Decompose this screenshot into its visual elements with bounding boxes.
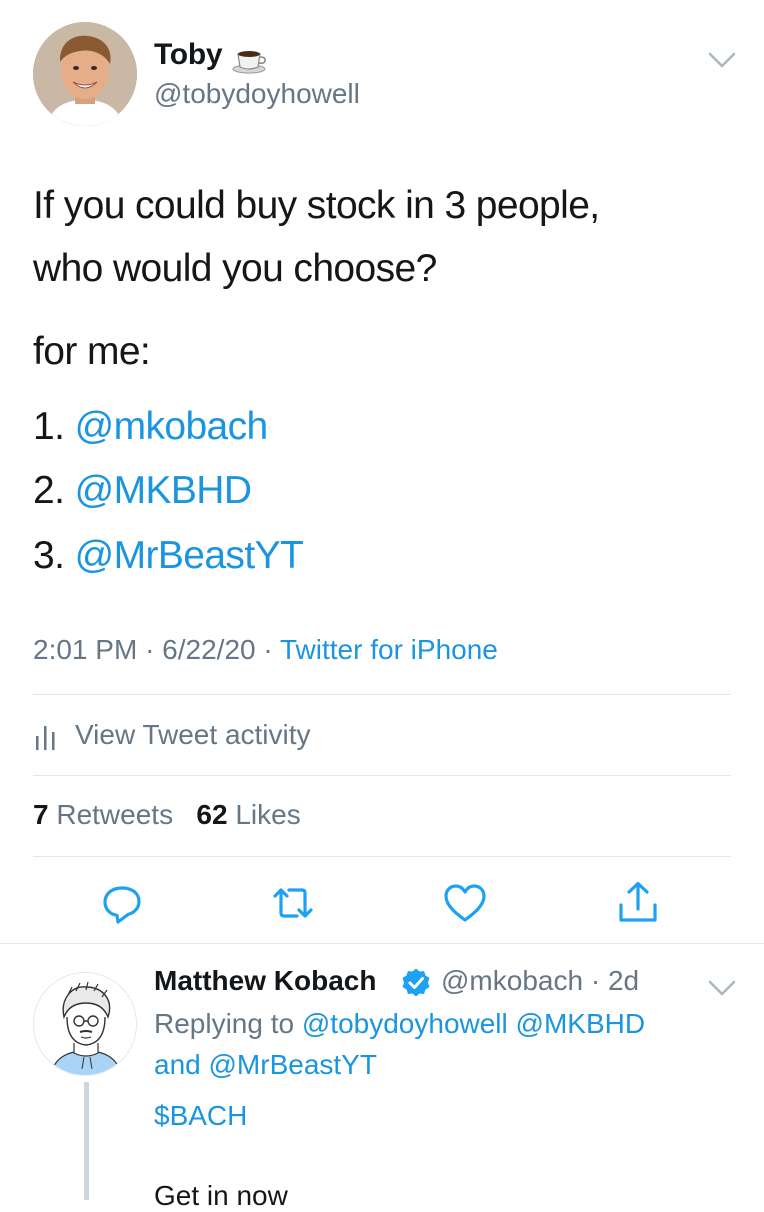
- author-handle[interactable]: @tobydoyhowell: [154, 78, 360, 110]
- mention-link[interactable]: @MKBHD: [516, 1008, 646, 1039]
- author-avatar-image: [33, 22, 137, 126]
- likes-count: 62: [196, 799, 228, 830]
- reply-author-handle[interactable]: @mkobach: [441, 965, 583, 996]
- reply-text: Get in now: [154, 1180, 288, 1211]
- reply-button[interactable]: [98, 879, 146, 927]
- retweets-label: Retweets: [56, 799, 174, 830]
- like-button[interactable]: [441, 879, 489, 927]
- mention-link[interactable]: @MrBeastYT: [75, 534, 304, 577]
- thread-connector: [84, 1082, 89, 1200]
- tweet-time: 2:01 PM: [33, 634, 138, 665]
- meta-separator: ·: [263, 634, 280, 665]
- view-tweet-activity-label: View Tweet activity: [75, 719, 311, 750]
- author-name[interactable]: Toby: [154, 38, 223, 72]
- list-number: 1.: [33, 405, 65, 448]
- author-avatar[interactable]: [33, 22, 137, 126]
- verified-badge-icon: [400, 967, 432, 999]
- cashtag-link[interactable]: $BACH: [154, 1100, 247, 1132]
- tweet-date: 6/22/20: [162, 634, 256, 665]
- mention-link[interactable]: @MKBHD: [75, 469, 252, 512]
- retweets-stat[interactable]: 7 Retweets: [33, 799, 173, 830]
- replying-and-label[interactable]: and: [154, 1049, 201, 1080]
- meta-separator: ·: [145, 634, 163, 665]
- list-number: 3.: [33, 534, 65, 577]
- tweet-text-line: If you could buy stock in 3 people,: [33, 184, 600, 227]
- reply-handle-age: @mkobach · 2d: [441, 965, 639, 997]
- reply-age: 2d: [607, 965, 640, 996]
- list-number: 2.: [33, 469, 65, 512]
- tweet-meta: 2:01 PM · 6/22/20 · Twitter for iPhone: [33, 634, 498, 666]
- retweet-icon: [273, 888, 313, 918]
- mention-link[interactable]: @tobydoyhowell: [302, 1008, 508, 1039]
- retweet-button[interactable]: [269, 879, 317, 927]
- retweets-count: 7: [33, 799, 49, 830]
- reply-icon: [103, 886, 141, 924]
- chevron-down-icon[interactable]: [708, 50, 736, 70]
- reply-author-name[interactable]: Matthew Kobach: [154, 965, 376, 997]
- likes-label: Likes: [235, 799, 301, 830]
- tweet-text-line: for me:: [33, 330, 151, 373]
- tweet-source-link[interactable]: Twitter for iPhone: [280, 634, 498, 665]
- list-item: 3. @MrBeastYT: [33, 534, 304, 578]
- mention-link[interactable]: @mkobach: [75, 405, 269, 448]
- divider: [33, 775, 731, 776]
- divider: [0, 943, 764, 944]
- tweet-text-line: who would you choose?: [33, 247, 437, 290]
- list-item: 1. @mkobach: [33, 405, 268, 449]
- view-tweet-activity-button[interactable]: View Tweet activity: [33, 712, 311, 758]
- reply-author-avatar-image: [34, 973, 136, 1075]
- divider: [33, 694, 731, 695]
- tweet-stats: 7 Retweets 62 Likes: [33, 799, 301, 831]
- share-button[interactable]: [614, 879, 662, 927]
- heart-icon: [444, 884, 486, 922]
- divider: [33, 856, 731, 857]
- chevron-down-icon[interactable]: [708, 978, 736, 998]
- list-item: 2. @MKBHD: [33, 469, 252, 513]
- coffee-emoji: [232, 40, 268, 74]
- analytics-icon: [36, 726, 55, 750]
- share-icon: [619, 881, 657, 922]
- replying-to-line: and @MrBeastYT: [154, 1049, 377, 1081]
- likes-stat[interactable]: 62 Likes: [196, 799, 300, 830]
- mention-link[interactable]: @MrBeastYT: [209, 1049, 377, 1080]
- replying-to-line: Replying to @tobydoyhowell @MKBHD: [154, 1008, 645, 1040]
- meta-separator: ·: [583, 965, 608, 996]
- replying-to-label: Replying to: [154, 1008, 295, 1039]
- reply-author-avatar[interactable]: [33, 972, 137, 1076]
